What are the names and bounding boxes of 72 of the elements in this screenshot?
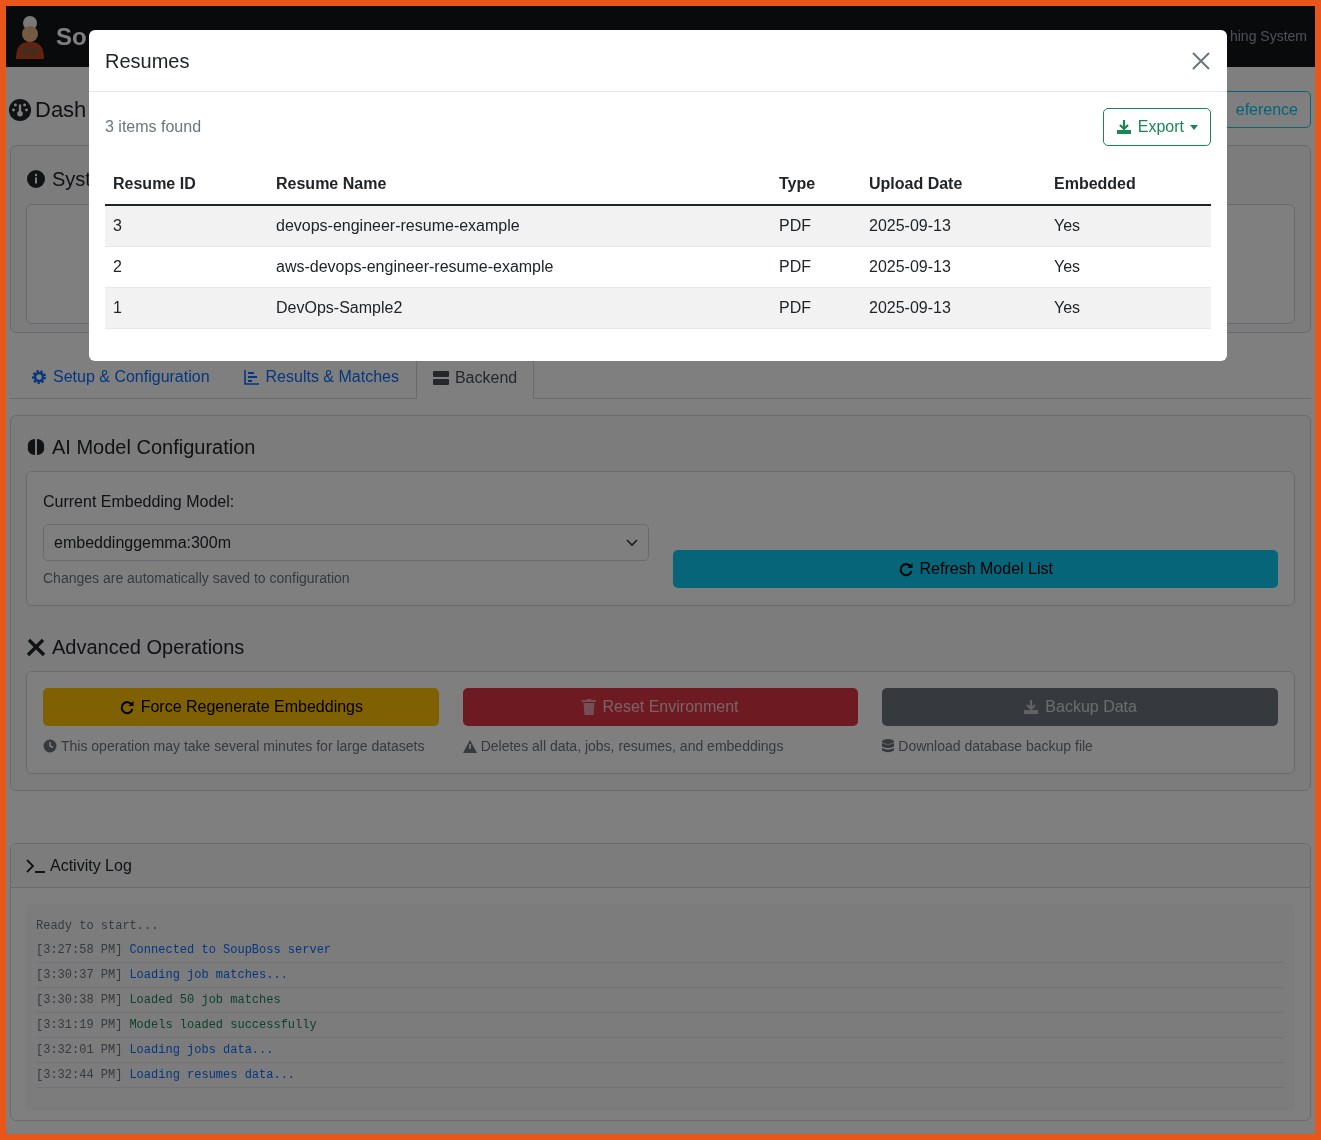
log-message: Loading job matches... — [129, 967, 288, 983]
log-timestamp: [3:30:37 PM] — [36, 967, 123, 983]
table-cell: Yes — [1046, 287, 1211, 328]
gauge-icon — [8, 97, 32, 122]
column-header: Resume Name — [268, 164, 771, 205]
table-cell: 2 — [105, 246, 268, 287]
table-cell: 2025-09-13 — [861, 205, 1046, 246]
operation-note: Deletes all data, jobs, resumes, and embeddings — [480, 738, 784, 754]
clock-icon — [43, 739, 57, 753]
refresh-button[interactable]: Refresh Model List — [672, 550, 1278, 588]
field-label: Current Embedding Model: — [43, 492, 236, 512]
operation-note: Download database backup file — [898, 738, 1093, 754]
column-header: Type — [771, 164, 861, 205]
warning-icon — [462, 740, 477, 753]
log-timestamp: [3:31:19 PM] — [36, 1017, 123, 1033]
log-timestamp: [3:32:44 PM] — [36, 1067, 123, 1083]
column-header: Resume ID — [105, 164, 268, 205]
table-cell: Yes — [1046, 205, 1211, 246]
help-text: Changes are automatically saved to configuration — [43, 569, 351, 588]
table-cell: PDF — [771, 287, 861, 328]
table-cell: aws-devops-engineer-resume-example — [268, 246, 771, 287]
table-cell: 2025-09-13 — [861, 287, 1046, 328]
close-icon[interactable] — [1191, 50, 1211, 71]
log-message: Ready to start... — [36, 918, 159, 934]
column-header: Upload Date — [861, 164, 1046, 205]
download-icon — [1115, 119, 1132, 135]
refresh-icon — [118, 699, 135, 715]
card-title: Syst — [52, 167, 91, 192]
terminal-icon — [26, 858, 46, 873]
log-message: Loaded 50 job matches — [129, 992, 281, 1008]
table-cell: Yes — [1046, 246, 1211, 287]
tab[interactable]: Results & Matches — [226, 356, 416, 398]
section-title: AI Model Configuration — [52, 435, 256, 460]
table-cell: PDF — [771, 205, 861, 246]
refresh-icon — [897, 561, 914, 577]
operation-button[interactable]: Reset Environment — [462, 688, 859, 726]
model-select[interactable]: embeddinggemma:300m — [43, 524, 649, 561]
table-cell: 1 — [105, 287, 268, 328]
modal-title: Resumes — [105, 48, 190, 74]
log-message: Models loaded successfully — [129, 1017, 317, 1033]
log-timestamp: [3:32:01 PM] — [36, 1042, 123, 1058]
log-timestamp: [3:30:38 PM] — [36, 992, 123, 1008]
table-cell: 3 — [105, 205, 268, 246]
log-timestamp: [3:27:58 PM] — [36, 942, 123, 958]
log-message: Loading jobs data... — [129, 1042, 274, 1058]
page-title: Dash — [35, 96, 87, 124]
export-button[interactable]: Export — [1102, 108, 1211, 146]
tab[interactable]: Setup & Configuration — [14, 356, 227, 398]
operation-note: This operation may take several minutes for large datasets — [61, 738, 425, 754]
database-icon — [882, 739, 895, 753]
download-icon — [1023, 699, 1040, 715]
brand-name[interactable]: So — [56, 18, 87, 55]
info-icon — [26, 169, 46, 189]
brain-icon — [26, 437, 46, 457]
log-message: Loading resumes data... — [129, 1067, 296, 1083]
table-cell: PDF — [771, 246, 861, 287]
trash-icon — [582, 699, 597, 715]
operation-button[interactable]: Force Regenerate Embeddings — [43, 688, 439, 726]
gear-icon — [31, 369, 47, 385]
tagline: hing System — [1229, 27, 1307, 46]
chevron-icon — [625, 538, 638, 547]
server-icon — [432, 371, 449, 385]
log-message: Connected to SoupBoss server — [129, 942, 332, 958]
table-cell: DevOps-Sample2 — [268, 287, 771, 328]
section-title: Advanced Operations — [52, 635, 245, 660]
column-header: Embedded — [1046, 164, 1211, 205]
table-cell: devops-engineer-resume-example — [268, 205, 771, 246]
table-cell: 2025-09-13 — [861, 246, 1046, 287]
bar-chart-icon — [243, 369, 260, 385]
card-title: Activity Log — [50, 855, 132, 876]
item-count: 3 items found — [105, 117, 202, 137]
caret-icon — [1190, 124, 1198, 130]
